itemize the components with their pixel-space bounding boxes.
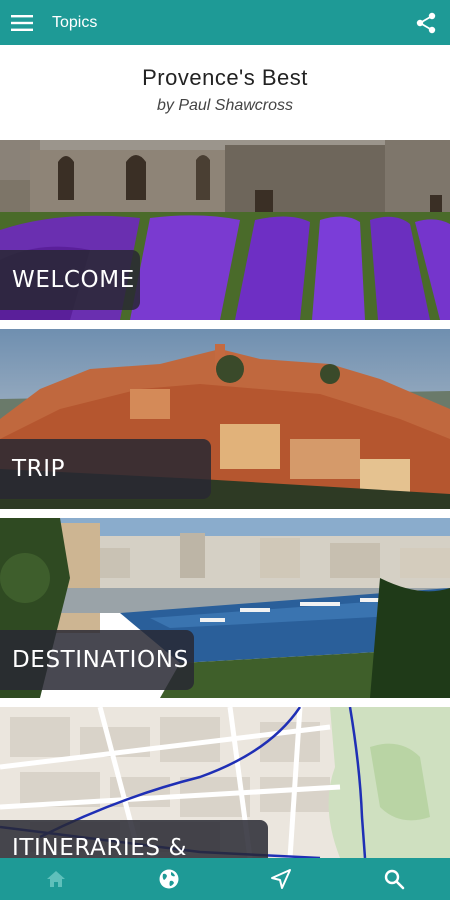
menu-button[interactable]	[0, 0, 44, 45]
topic-label-trip-essentials: TRIP ESSENTIALS	[0, 439, 211, 499]
navigation-arrow-icon	[271, 869, 292, 889]
nav-home-button[interactable]	[26, 858, 86, 900]
guide-title: Provence's Best	[142, 65, 308, 90]
topic-label-destinations: DESTINATIONS	[0, 630, 194, 690]
bottom-navigation	[0, 858, 450, 900]
topic-label-welcome: WELCOME	[0, 250, 140, 310]
topic-label-itineraries-tours: ITINERARIES & TOURS	[0, 820, 268, 858]
topic-tile-destinations[interactable]: DESTINATIONS	[0, 518, 450, 698]
topic-tile-trip-essentials[interactable]: TRIP ESSENTIALS	[0, 329, 450, 509]
search-icon	[384, 869, 405, 890]
nav-navigation-button[interactable]	[251, 858, 311, 900]
nav-globe-button[interactable]	[139, 858, 199, 900]
topic-tile-itineraries-tours[interactable]: ITINERARIES & TOURS	[0, 707, 450, 858]
hamburger-menu-icon	[11, 14, 33, 31]
home-icon	[47, 871, 66, 887]
appbar-title: Topics	[52, 13, 98, 31]
share-button[interactable]	[402, 0, 450, 45]
globe-icon	[159, 869, 179, 889]
share-icon	[416, 12, 436, 33]
nav-search-button[interactable]	[364, 858, 424, 900]
guide-author: by Paul Shawcross	[156, 97, 294, 114]
guide-header: Provence's Best by Paul Shawcross	[0, 45, 450, 140]
app-bar: Topics	[0, 0, 450, 45]
topic-tile-welcome[interactable]: WELCOME	[0, 140, 450, 320]
